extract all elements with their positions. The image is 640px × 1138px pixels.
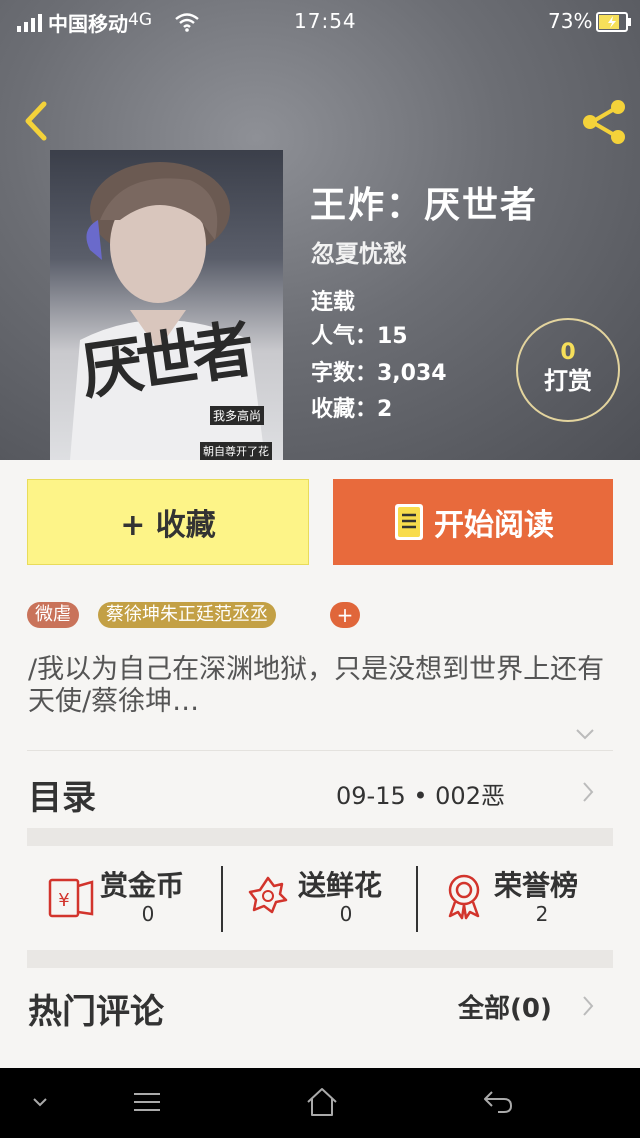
- divider: [27, 750, 613, 751]
- chevron-right-icon: [583, 782, 594, 802]
- toc-latest-chapter[interactable]: 09-15 • 002恶: [336, 776, 505, 811]
- system-nav-bar: [0, 1068, 640, 1138]
- start-reading-button[interactable]: 开始阅读: [333, 479, 613, 565]
- tag-item[interactable]: 蔡徐坤朱正廷范丞丞: [98, 602, 276, 628]
- favorite-button-label: + 收藏: [120, 508, 216, 543]
- clock: 17:54: [294, 9, 357, 33]
- honor-board-value: 2: [535, 902, 549, 926]
- synopsis-text[interactable]: /我以为自己在深渊地狱，只是没想到世界上还有天使/蔡徐坤…: [28, 654, 618, 718]
- book-favorites-count: 收藏：2: [311, 397, 393, 422]
- section-separator: [27, 828, 613, 846]
- collapse-icon[interactable]: [30, 1094, 50, 1110]
- reward-coins-value: 0: [141, 902, 155, 926]
- toc-row[interactable]: [27, 752, 613, 828]
- nav-back-icon[interactable]: [482, 1088, 514, 1116]
- book-word-count: 字数：3,034: [311, 361, 447, 386]
- send-flowers-item[interactable]: 送鲜花 0: [246, 862, 422, 934]
- cover-subtitle-1: 我多高尚: [210, 406, 265, 425]
- share-icon[interactable]: [576, 94, 632, 150]
- tip-button[interactable]: 0 打赏: [516, 318, 620, 422]
- reward-coins-label: 赏金币: [100, 869, 185, 902]
- carrier-label: 中国移动: [48, 12, 128, 36]
- honor-board-label: 荣誉榜: [494, 869, 579, 902]
- cover-subtitle-2: 朝自尊开了花: [200, 442, 272, 460]
- back-icon[interactable]: [14, 96, 58, 146]
- book-status: 连载: [311, 290, 356, 315]
- reward-coins-item[interactable]: ¥ 赏金币 0: [48, 862, 224, 934]
- honor-board-item[interactable]: 荣誉榜 2: [442, 862, 618, 934]
- add-tag-button[interactable]: +: [330, 602, 360, 628]
- battery-icon: [596, 12, 631, 32]
- all-comments-link[interactable]: 全部(0): [458, 988, 552, 1025]
- send-flowers-label: 送鲜花: [298, 869, 383, 902]
- book-title: 王炸：厌世者: [310, 185, 539, 226]
- chevron-down-icon[interactable]: [574, 726, 596, 742]
- tip-label: 打赏: [544, 367, 592, 395]
- hot-comments-label: 热门评论: [28, 992, 164, 1032]
- menu-icon[interactable]: [132, 1090, 162, 1114]
- divider: [416, 866, 418, 932]
- status-bar: 中国移动 4G 17:54 73%: [0, 0, 640, 44]
- home-icon[interactable]: [305, 1086, 339, 1118]
- book-popularity: 人气：15: [311, 324, 408, 349]
- start-reading-label: 开始阅读: [434, 508, 554, 543]
- book-header: 中国移动 4G 17:54 73% 厌世者 我多高尚 朝自尊开了花 王炸：厌世者…: [0, 0, 640, 460]
- tag-item[interactable]: 微虐: [27, 602, 79, 628]
- book-icon: [395, 504, 423, 540]
- battery-percent: 73%: [548, 9, 593, 33]
- network-label: 4G: [128, 10, 152, 30]
- chevron-right-icon: [583, 996, 594, 1016]
- divider: [221, 866, 223, 932]
- book-author[interactable]: 忽夏忧愁: [311, 234, 407, 269]
- section-separator: [27, 950, 613, 968]
- tip-count: 0: [560, 340, 576, 365]
- toc-label: 目录: [28, 778, 96, 818]
- book-cover[interactable]: 厌世者 我多高尚 朝自尊开了花: [50, 150, 283, 460]
- favorite-button[interactable]: + 收藏: [27, 479, 309, 565]
- wifi-icon: [175, 13, 199, 32]
